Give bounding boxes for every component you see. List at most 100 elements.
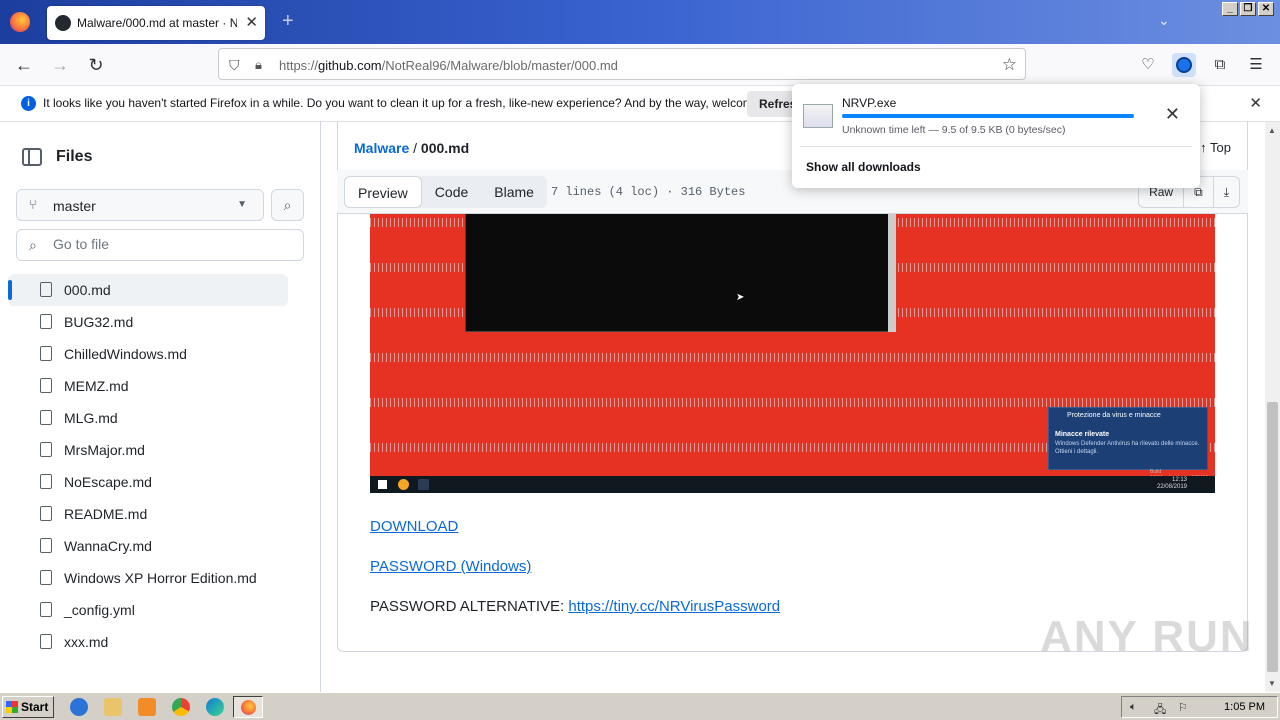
go-to-file-input[interactable] xyxy=(53,236,293,252)
minimize-button[interactable]: _ xyxy=(1222,2,1238,16)
top-link[interactable]: ↑ Top xyxy=(1200,140,1231,155)
tracking-shield-icon[interactable]: ⛉ xyxy=(229,57,240,74)
restore-button[interactable]: ❐ xyxy=(1240,2,1256,16)
media-player-icon[interactable] xyxy=(138,698,156,716)
download-filename[interactable]: NRVP.exe xyxy=(842,96,896,110)
terminal-icon xyxy=(418,479,429,490)
menu-hamburger-icon[interactable]: ☰ xyxy=(1244,53,1268,77)
windows-logo-icon xyxy=(378,480,387,489)
back-button[interactable]: ← xyxy=(12,53,36,77)
notification-close-icon[interactable]: ✕ xyxy=(1249,94,1262,112)
password-alternative-row: PASSWORD ALTERNATIVE: https://tiny.cc/NR… xyxy=(370,598,780,615)
file-item[interactable]: MLG.md xyxy=(8,402,288,434)
edge-icon[interactable] xyxy=(206,698,224,716)
url-domain: github.com xyxy=(318,58,382,73)
file-content: Malware / 000.md ↑ Top Preview Code Blam… xyxy=(321,122,1265,692)
page-scrollbar[interactable]: ▲ ▼ xyxy=(1265,122,1280,692)
embedded-clock: 12:13 22/08/2019 xyxy=(1157,477,1187,491)
url-path: /NotReal96/Malware/blob/master/000.md xyxy=(381,58,618,73)
file-item[interactable]: BUG32.md xyxy=(8,306,288,338)
cancel-download-icon[interactable]: ✕ xyxy=(1165,104,1180,125)
tab-title: Malware/000.md at master · NotRe xyxy=(77,16,237,30)
file-icon xyxy=(40,634,52,649)
explorer-folder-icon[interactable] xyxy=(104,698,122,716)
defender-toast: Protezione da virus e minacce Minacce ri… xyxy=(1048,407,1208,470)
new-tab-button[interactable]: + xyxy=(282,10,294,33)
reload-button[interactable]: ↻ xyxy=(84,53,108,77)
tab-blame[interactable]: Blame xyxy=(481,176,547,208)
top-label: Top xyxy=(1210,140,1231,155)
url-bar[interactable]: ⛉ 🔒︎ https://github.com/NotReal96/Malwar… xyxy=(218,48,1026,80)
file-item[interactable]: MrsMajor.md xyxy=(8,434,288,466)
breadcrumb-repo-link[interactable]: Malware xyxy=(354,140,409,156)
volume-icon[interactable]: 🔈︎ xyxy=(1130,701,1143,714)
url-text[interactable]: https://github.com/NotReal96/Malware/blo… xyxy=(279,58,618,73)
download-link[interactable]: DOWNLOAD xyxy=(370,518,780,558)
collapse-sidebar-icon[interactable] xyxy=(22,148,42,166)
file-name: _config.yml xyxy=(64,602,135,618)
file-name: Windows XP Horror Edition.md xyxy=(64,570,257,586)
file-name: MLG.md xyxy=(64,410,118,426)
tab-github-file[interactable]: Malware/000.md at master · NotRe ✕ xyxy=(47,6,265,40)
downloads-divider xyxy=(800,146,1192,147)
flag-icon[interactable]: ⚐ xyxy=(1178,701,1191,714)
password-link[interactable]: PASSWORD (Windows) xyxy=(370,558,780,598)
file-item[interactable]: README.md xyxy=(8,498,288,530)
forward-button[interactable]: → xyxy=(48,53,72,77)
scroll-down-icon[interactable]: ▼ xyxy=(1268,679,1276,688)
downloads-button[interactable] xyxy=(1172,53,1196,77)
file-item[interactable]: ChilledWindows.md xyxy=(8,338,288,370)
tab-close-icon[interactable]: ✕ xyxy=(245,13,258,31)
info-icon: i xyxy=(21,96,36,111)
scrollbar-thumb[interactable] xyxy=(1267,402,1278,672)
firefox-taskbar-button[interactable] xyxy=(233,696,263,718)
download-raw-button[interactable]: ⤓ xyxy=(1212,176,1240,208)
ie-icon[interactable] xyxy=(70,698,88,716)
download-status: Unknown time left — 9.5 of 9.5 KB (0 byt… xyxy=(842,124,1066,136)
lock-icon[interactable]: 🔒︎ xyxy=(255,57,262,73)
file-item[interactable]: xxx.md xyxy=(8,626,288,658)
search-button[interactable]: ⌕ xyxy=(271,189,304,221)
file-tree-sidebar: Files ⑂ master ▼ ⌕ ⌕ 000.md BUG32.md Chill… xyxy=(0,122,321,692)
network-icon[interactable]: 🖧 xyxy=(1154,701,1167,716)
chrome-icon[interactable] xyxy=(172,698,190,716)
embedded-black-window xyxy=(465,214,890,332)
branch-selector[interactable]: ⑂ master ▼ xyxy=(16,189,264,221)
close-window-button[interactable]: ✕ xyxy=(1258,2,1274,16)
file-name: xxx.md xyxy=(64,634,109,650)
chrome-icon xyxy=(398,479,409,490)
file-item[interactable]: 000.md xyxy=(8,274,288,306)
firefox-icon xyxy=(241,700,256,715)
notification-message: It looks like you haven't started Firefo… xyxy=(43,96,792,110)
file-item[interactable]: NoEscape.md xyxy=(8,466,288,498)
file-icon xyxy=(40,282,52,297)
bookmark-star-icon[interactable]: ☆ xyxy=(1002,55,1017,75)
file-name: BUG32.md xyxy=(64,314,134,330)
tab-code[interactable]: Code xyxy=(422,176,481,208)
file-icon xyxy=(40,474,52,489)
password-alternative-link[interactable]: https://tiny.cc/NRVirusPassword xyxy=(568,598,780,615)
breadcrumb-separator: / xyxy=(413,140,418,156)
clock: 1:05 PM xyxy=(1224,701,1265,713)
start-button[interactable]: Start xyxy=(2,696,54,718)
search-icon: ⌕ xyxy=(29,237,37,253)
show-all-downloads-button[interactable]: Show all downloads xyxy=(806,160,921,174)
file-icon xyxy=(40,378,52,393)
file-icon xyxy=(40,538,52,553)
file-item[interactable]: MEMZ.md xyxy=(8,370,288,402)
go-to-file[interactable]: ⌕ xyxy=(16,229,304,261)
download-icon: ⤓ xyxy=(1223,185,1229,199)
file-item[interactable]: WannaCry.md xyxy=(8,530,288,562)
firefox-logo-icon[interactable] xyxy=(10,12,30,32)
pocket-icon[interactable]: ♡ xyxy=(1136,53,1160,77)
extensions-icon[interactable]: ⧉ xyxy=(1208,53,1232,77)
anyrun-watermark: ANY RUN xyxy=(1040,612,1254,661)
file-icon xyxy=(40,314,52,329)
file-item[interactable]: Windows XP Horror Edition.md xyxy=(8,562,288,594)
file-name: MrsMajor.md xyxy=(64,442,145,458)
file-item[interactable]: _config.yml xyxy=(8,594,288,626)
tab-list-chevron-icon[interactable]: ⌄ xyxy=(1158,12,1170,29)
scroll-up-icon[interactable]: ▲ xyxy=(1268,126,1276,135)
tab-preview[interactable]: Preview xyxy=(344,176,422,208)
file-name: ChilledWindows.md xyxy=(64,346,187,362)
